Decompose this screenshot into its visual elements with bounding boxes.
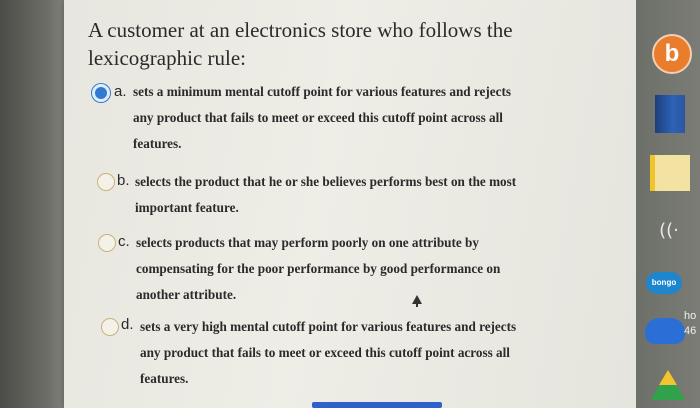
option-d-line-3[interactable]: features. (140, 366, 188, 392)
option-b-line-2[interactable]: important feature. (135, 195, 239, 221)
question-text: A customer at an electronics store who f… (88, 18, 513, 70)
option-a-letter: a. (114, 83, 127, 100)
option-c-line-1[interactable]: selects products that may perform poorly… (136, 230, 479, 256)
left-bezel (0, 0, 70, 408)
option-c-letter: c. (118, 233, 130, 250)
option-c-line-3[interactable]: another attribute. (136, 282, 236, 308)
option-b-line-1[interactable]: selects the product that he or she belie… (135, 169, 516, 195)
book-app-icon[interactable] (655, 95, 685, 133)
option-c-radio[interactable] (98, 234, 116, 252)
option-b-letter: b. (117, 172, 130, 189)
option-a-radio[interactable] (92, 84, 110, 102)
drive-app-top-icon (659, 370, 677, 385)
edge-text-2: 46 (684, 325, 697, 337)
edge-text-1: ho (684, 310, 697, 322)
option-b-radio[interactable] (97, 173, 115, 191)
drive-app-icon[interactable] (651, 370, 685, 400)
option-d-line-2[interactable]: any product that fails to meet or exceed… (140, 340, 510, 366)
option-a-line-2[interactable]: any product that fails to meet or exceed… (133, 105, 503, 131)
option-a-line-1[interactable]: sets a minimum mental cutoff point for v… (133, 79, 511, 105)
sound-app-icon[interactable]: ((· (652, 216, 686, 246)
option-d-line-1[interactable]: sets a very high mental cutoff point for… (140, 314, 516, 340)
mouse-cursor-icon (412, 295, 422, 307)
bottom-progress-bar[interactable] (312, 402, 442, 408)
option-d-letter: d. (121, 316, 134, 333)
option-a-line-3[interactable]: features. (133, 131, 181, 157)
option-d-radio[interactable] (101, 318, 119, 336)
notes-app-icon[interactable] (650, 155, 690, 191)
bongo-app-icon[interactable]: bongo (646, 272, 682, 294)
cloud-app-icon[interactable] (645, 318, 685, 344)
option-c-line-2[interactable]: compensating for the poor performance by… (136, 256, 500, 282)
orange-app-icon[interactable]: b (652, 34, 692, 74)
